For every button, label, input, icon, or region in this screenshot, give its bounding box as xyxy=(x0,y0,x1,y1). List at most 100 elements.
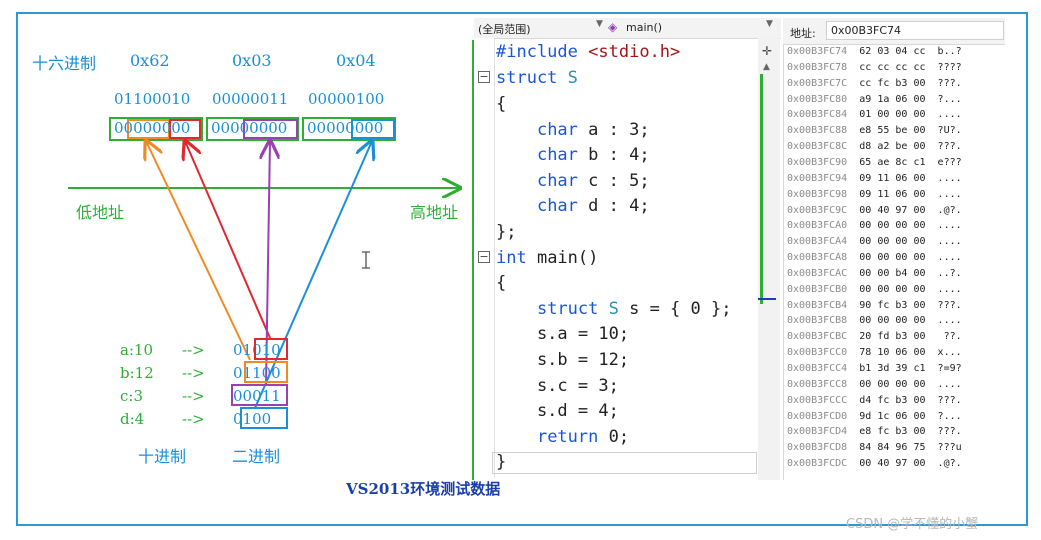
memory-row-ascii: ??. xyxy=(937,331,962,343)
code-line-14: s.c = 3; xyxy=(496,376,619,396)
memory-row-ascii: ?... xyxy=(937,410,962,422)
function-chevron-icon[interactable]: ▼ xyxy=(766,19,773,29)
memory-divider xyxy=(783,44,784,480)
memory-row-address: 0x00B3FC80 xyxy=(787,93,848,105)
memory-row-bytes: 90 fc b3 00 xyxy=(859,299,926,311)
function-icon: ◈ xyxy=(608,20,618,34)
code-line-7: char d : 4; xyxy=(536,196,650,216)
memory-row-ascii: .... xyxy=(937,283,962,295)
code-line-4: char a : 3; xyxy=(536,120,650,140)
code-line-9: int main() xyxy=(496,248,599,268)
memory-row-bytes: e8 fc b3 00 xyxy=(859,426,926,438)
memory-row-ascii: ???. xyxy=(937,141,962,153)
memory-row-ascii: ???u xyxy=(937,442,962,454)
memory-row: 0x00B3FC94 09 11 06 00 .... xyxy=(787,173,962,184)
memory-row: 0x00B3FCB4 90 fc b3 00 ???. xyxy=(787,300,962,311)
memory-row-ascii: ?... xyxy=(937,93,962,105)
memory-row-ascii: .@?. xyxy=(937,458,962,470)
memory-row-bytes: a9 1a 06 00 xyxy=(859,93,926,105)
memory-row-bytes: 00 00 b4 00 xyxy=(859,267,926,279)
scope-chevron-icon[interactable]: ▼ xyxy=(596,19,603,29)
memory-row-address: 0x00B3FC7C xyxy=(787,77,848,89)
code-line-15: s.d = 4; xyxy=(496,401,619,421)
code-line-12: s.a = 10; xyxy=(496,324,630,344)
memory-row: 0x00B3FC9C 00 40 97 00 .@?. xyxy=(787,205,962,216)
field-c-highlight xyxy=(231,384,288,406)
memory-row-address: 0x00B3FCD0 xyxy=(787,410,848,422)
memory-row-bytes: d4 fc b3 00 xyxy=(859,394,926,406)
memory-row-bytes: b1 3d 39 c1 xyxy=(859,363,926,374)
memory-row-address: 0x00B3FCB4 xyxy=(787,299,848,311)
memory-row-ascii: ???. xyxy=(937,299,962,311)
collapse-main-icon[interactable]: − xyxy=(478,251,490,263)
memory-row-address: 0x00B3FCAC xyxy=(787,267,848,279)
memory-row-ascii: .... xyxy=(937,252,962,264)
memory-row: 0x00B3FC90 65 ae 8c c1 e??? xyxy=(787,157,962,168)
editor-navbar: (全局范围) ▼ ◈ main() ▼ xyxy=(474,18,781,39)
memory-row-ascii: ?=9? xyxy=(937,363,962,374)
memory-row: 0x00B3FC78 cc cc cc cc ???? xyxy=(787,62,962,73)
memory-row-bytes: 00 00 00 00 xyxy=(859,220,926,232)
memory-row-ascii: .... xyxy=(937,188,962,200)
memory-row: 0x00B3FCD4 e8 fc b3 00 ???. xyxy=(787,426,962,437)
memory-row-address: 0x00B3FCD8 xyxy=(787,442,848,454)
memory-row-bytes: 00 40 97 00 xyxy=(859,204,926,216)
memory-row-bytes: 00 00 00 00 xyxy=(859,252,926,264)
current-line-highlight xyxy=(492,452,757,474)
memory-row-address: 0x00B3FCA0 xyxy=(787,220,848,232)
memory-row: 0x00B3FC88 e8 55 be 00 ?U?. xyxy=(787,125,962,136)
change-marker xyxy=(472,40,474,480)
address-label: 地址: xyxy=(790,27,816,40)
collapse-struct-icon[interactable]: − xyxy=(478,71,490,83)
memory-row-address: 0x00B3FCB0 xyxy=(787,283,848,295)
memory-row-address: 0x00B3FCD4 xyxy=(787,426,848,438)
field-a-arrow: --> xyxy=(182,341,205,359)
memory-row-address: 0x00B3FC94 xyxy=(787,172,848,184)
memory-row-ascii: ???. xyxy=(937,394,962,406)
memory-row-address: 0x00B3FCC0 xyxy=(787,347,848,359)
field-c-name: c:3 xyxy=(120,387,143,405)
memory-row-address: 0x00B3FCBC xyxy=(787,331,848,343)
memory-row: 0x00B3FCDC 00 40 97 00 .@?. xyxy=(787,458,962,469)
memory-row-address: 0x00B3FCCC xyxy=(787,394,848,406)
decimal-label: 十进制 xyxy=(138,447,187,466)
address-input-value: 0x00B3FC74 xyxy=(831,24,902,37)
memory-row: 0x00B3FC74 62 03 04 cc b..? xyxy=(787,46,962,57)
memory-row-bytes: 00 00 00 00 xyxy=(859,236,926,248)
split-icon[interactable]: ✛ xyxy=(762,44,772,58)
memory-row-bytes: d8 a2 be 00 xyxy=(859,141,926,153)
memory-row-ascii: .... xyxy=(937,378,962,390)
memory-row-ascii: ???. xyxy=(937,426,962,438)
code-line-1: #include <stdio.h> xyxy=(496,42,681,62)
code-line-17: } xyxy=(496,452,507,472)
memory-row-address: 0x00B3FC74 xyxy=(787,46,848,57)
code-line-3: { xyxy=(496,94,507,114)
memory-row-ascii: x... xyxy=(937,347,962,359)
scroll-up-icon[interactable]: ▲ xyxy=(763,62,770,72)
memory-row-address: 0x00B3FC78 xyxy=(787,61,848,73)
memory-row: 0x00B3FCD0 9d 1c 06 00 ?... xyxy=(787,411,962,422)
memory-row-ascii: ???? xyxy=(937,61,962,73)
scope-dropdown[interactable]: (全局范围) xyxy=(478,21,531,37)
memory-row-bytes: cc fc b3 00 xyxy=(859,77,926,89)
code-line-13: s.b = 12; xyxy=(496,350,630,370)
memory-row-bytes: 00 40 97 00 xyxy=(859,458,926,470)
memory-row-bytes: 00 00 00 00 xyxy=(859,283,926,295)
memory-row-ascii: .... xyxy=(937,315,962,327)
memory-row-bytes: cc cc cc cc xyxy=(859,61,926,73)
memory-row: 0x00B3FC80 a9 1a 06 00 ?... xyxy=(787,94,962,105)
memory-row-address: 0x00B3FCB8 xyxy=(787,315,848,327)
code-line-11: struct S s = { 0 }; xyxy=(536,299,732,319)
memory-row-ascii: ?U?. xyxy=(937,125,962,137)
code-line-6: char c : 5; xyxy=(536,171,650,191)
text-cursor-icon xyxy=(362,251,370,269)
low-address-label: 低地址 xyxy=(76,203,125,222)
memory-row-bytes: 9d 1c 06 00 xyxy=(859,410,926,422)
field-b-highlight xyxy=(244,361,288,383)
high-address-label: 高地址 xyxy=(410,203,459,222)
function-dropdown[interactable]: main() xyxy=(626,21,662,34)
code-line-10: { xyxy=(496,273,507,293)
memory-row-bytes: 62 03 04 cc xyxy=(859,46,926,57)
memory-row-ascii: .... xyxy=(937,236,962,248)
code-line-16: return 0; xyxy=(536,427,630,447)
